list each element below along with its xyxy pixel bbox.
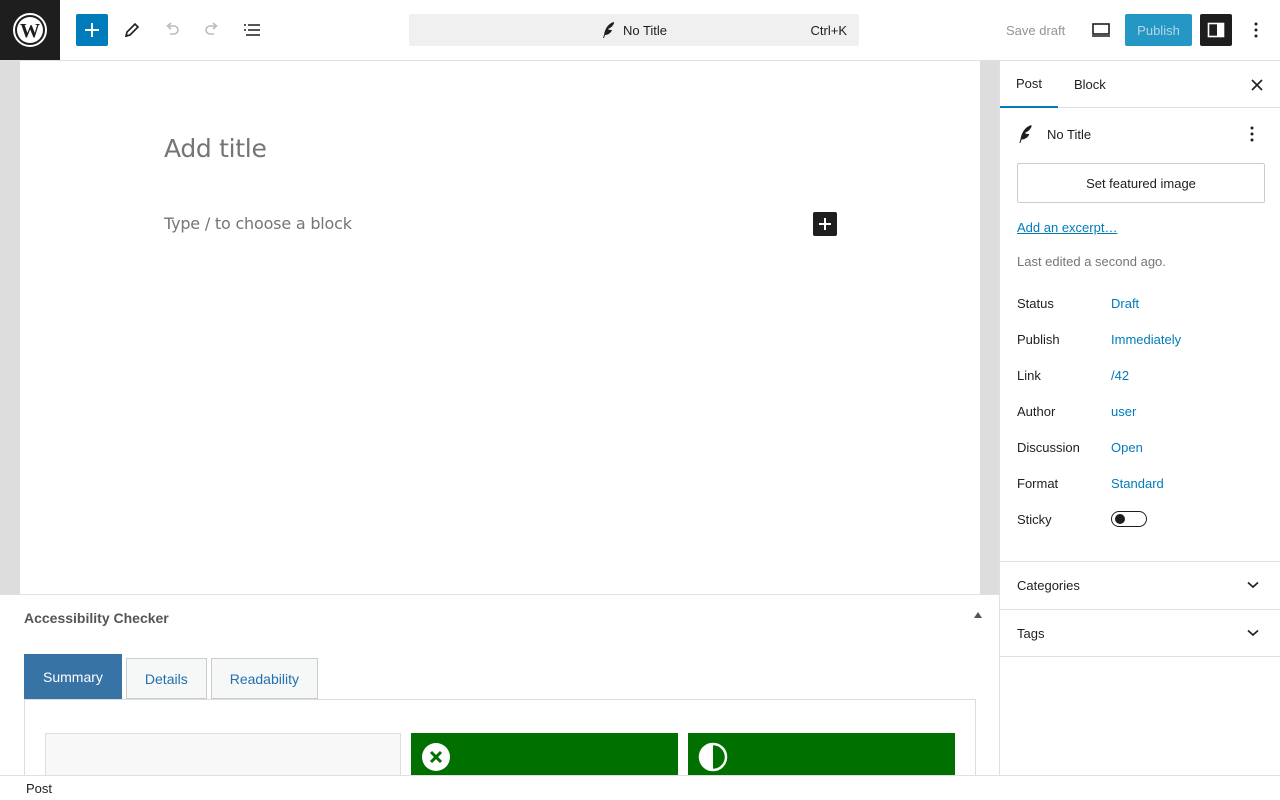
summary-panel xyxy=(24,699,976,783)
editor-canvas[interactable]: Add title Type / to choose a block xyxy=(20,61,980,594)
tools-button[interactable] xyxy=(116,14,148,46)
command-palette-bar[interactable]: No Title Ctrl+K xyxy=(409,14,859,46)
undo-button[interactable] xyxy=(156,14,188,46)
metabox-title: Accessibility Checker xyxy=(24,610,169,626)
redo-button[interactable] xyxy=(196,14,228,46)
list-view-icon xyxy=(244,24,260,36)
settings-button[interactable] xyxy=(1200,14,1232,46)
tab-block[interactable]: Block xyxy=(1058,61,1122,108)
command-bar-title: No Title xyxy=(622,22,668,38)
author-button[interactable]: user xyxy=(1111,404,1136,419)
error-x-icon xyxy=(422,743,450,771)
sticky-toggle[interactable] xyxy=(1111,511,1147,527)
close-icon xyxy=(1251,79,1263,91)
sidebar-toggle-icon xyxy=(1207,22,1225,38)
plus-icon xyxy=(819,218,831,230)
tags-panel-title: Tags xyxy=(1017,625,1045,641)
author-label: Author xyxy=(1017,403,1056,419)
post-title-input[interactable]: Add title xyxy=(164,134,267,163)
tab-summary[interactable]: Summary xyxy=(24,654,122,699)
breadcrumb[interactable]: Post xyxy=(26,781,52,796)
sidebar-tabs: Post Block xyxy=(1000,61,1280,108)
plus-icon xyxy=(85,23,99,37)
chevron-down-icon xyxy=(1247,581,1259,589)
format-button[interactable]: Standard xyxy=(1111,476,1164,491)
pencil-icon xyxy=(124,22,140,38)
redo-icon xyxy=(205,22,218,35)
discussion-row: Discussion Open xyxy=(1017,437,1265,457)
status-row: Status Draft xyxy=(1017,293,1265,313)
status-value-button[interactable]: Draft xyxy=(1111,296,1139,311)
tab-readability[interactable]: Readability xyxy=(210,658,318,699)
close-sidebar-button[interactable] xyxy=(1245,73,1269,97)
categories-panel[interactable]: Categories xyxy=(1000,561,1280,609)
save-draft-button[interactable]: Save draft xyxy=(996,14,1075,46)
editor-footer: Post xyxy=(0,775,1280,800)
settings-sidebar: Post Block No Title Set featured image A… xyxy=(999,61,1280,776)
block-inserter-button[interactable] xyxy=(76,14,108,46)
accessibility-tabs: Summary Details Readability xyxy=(24,654,318,699)
wordpress-logo-icon[interactable]: W xyxy=(0,0,60,60)
format-label: Format xyxy=(1017,475,1059,491)
contrast-icon xyxy=(698,742,728,772)
sticky-row: Sticky xyxy=(1017,509,1265,529)
discussion-label: Discussion xyxy=(1017,439,1080,455)
link-row: Link /42 xyxy=(1017,365,1265,385)
editor-canvas-wrapper: Add title Type / to choose a block xyxy=(0,61,1000,594)
collapse-arrow-icon[interactable] xyxy=(974,612,982,618)
post-feather-icon xyxy=(602,22,614,38)
vertical-ellipsis-icon xyxy=(1254,22,1258,38)
post-card-title: No Title xyxy=(1047,126,1092,142)
options-menu-button[interactable] xyxy=(1240,14,1272,46)
document-overview-button[interactable] xyxy=(236,14,268,46)
sticky-label: Sticky xyxy=(1017,511,1052,527)
publish-button[interactable]: Publish xyxy=(1125,14,1192,46)
tab-post[interactable]: Post xyxy=(1000,61,1059,108)
link-label: Link xyxy=(1017,367,1041,383)
vertical-ellipsis-icon xyxy=(1250,126,1254,142)
chevron-down-icon xyxy=(1247,629,1259,637)
svg-text:W: W xyxy=(20,20,40,42)
preview-button[interactable] xyxy=(1085,14,1117,46)
publish-label: Publish xyxy=(1017,331,1060,347)
tab-details[interactable]: Details xyxy=(125,658,207,699)
add-excerpt-link[interactable]: Add an excerpt… xyxy=(1017,220,1117,235)
last-edited-text: Last edited a second ago. xyxy=(1017,254,1166,269)
permalink-button[interactable]: /42 xyxy=(1111,368,1129,383)
post-feather-icon xyxy=(1019,125,1032,143)
tags-panel[interactable]: Tags xyxy=(1000,609,1280,657)
publish-date-button[interactable]: Immediately xyxy=(1111,332,1181,347)
categories-panel-title: Categories xyxy=(1017,578,1080,593)
add-block-button[interactable] xyxy=(813,212,837,236)
command-shortcut: Ctrl+K xyxy=(810,23,847,38)
accessibility-checker-metabox: Accessibility Checker Summary Details Re… xyxy=(0,594,1000,783)
set-featured-image-button[interactable]: Set featured image xyxy=(1017,163,1265,203)
default-block-appender[interactable]: Type / to choose a block xyxy=(164,214,352,233)
publish-row: Publish Immediately xyxy=(1017,329,1265,349)
undo-icon xyxy=(166,22,179,35)
post-actions-button[interactable] xyxy=(1242,124,1262,147)
post-card: No Title xyxy=(1017,124,1091,144)
status-label: Status xyxy=(1017,295,1054,311)
editor-header: W No Title Ctrl+K Save draft Publish xyxy=(0,0,1280,61)
format-row: Format Standard xyxy=(1017,473,1265,493)
author-row: Author user xyxy=(1017,401,1265,421)
discussion-button[interactable]: Open xyxy=(1111,440,1143,455)
desktop-icon xyxy=(1092,23,1110,37)
